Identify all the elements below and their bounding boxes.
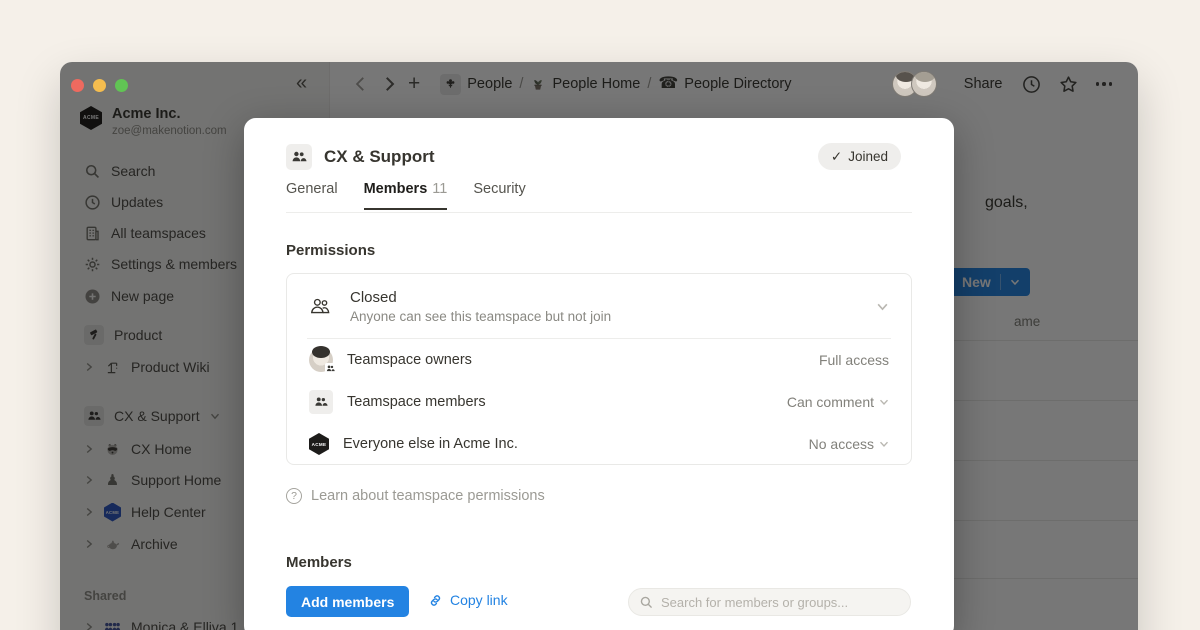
people-outline-icon xyxy=(309,295,332,318)
window-controls xyxy=(71,79,151,93)
people-icon xyxy=(286,144,312,170)
add-members-button[interactable]: Add members xyxy=(286,586,409,617)
permission-row-owners: Teamspace owners Full access xyxy=(287,339,911,381)
close-window-button[interactable] xyxy=(71,79,84,92)
permission-row-members: Teamspace members Can comment xyxy=(287,381,911,423)
member-search-input[interactable] xyxy=(661,595,900,610)
check-icon: ✓ xyxy=(831,149,842,165)
minimize-window-button[interactable] xyxy=(93,79,106,92)
permission-level-select[interactable]: Closed Anyone can see this teamspace but… xyxy=(287,274,911,338)
tab-general[interactable]: General xyxy=(286,181,338,210)
acme-logo-icon: ACME xyxy=(309,433,329,455)
permissions-heading: Permissions xyxy=(286,242,375,259)
people-icon xyxy=(325,363,336,374)
teamspace-settings-modal: CX & Support ✓ Joined General Members11 … xyxy=(244,118,954,630)
permission-level-subtitle: Anyone can see this teamspace but not jo… xyxy=(350,309,858,324)
permission-level-title: Closed xyxy=(350,289,858,306)
owner-avatar xyxy=(309,348,333,372)
member-search xyxy=(628,588,911,616)
chevron-down-icon xyxy=(879,439,889,449)
permission-row-everyone: ACME Everyone else in Acme Inc. No acces… xyxy=(287,423,911,465)
tab-members[interactable]: Members11 xyxy=(364,181,448,210)
access-dropdown-everyone[interactable]: No access xyxy=(809,436,889,452)
access-value-owners: Full access xyxy=(819,352,889,368)
modal-header: CX & Support xyxy=(286,144,435,170)
tab-security[interactable]: Security xyxy=(473,181,525,210)
members-heading: Members xyxy=(286,554,352,571)
chevron-down-icon xyxy=(876,300,889,313)
joined-button[interactable]: ✓ Joined xyxy=(818,143,901,170)
modal-title: CX & Support xyxy=(324,147,435,167)
people-icon xyxy=(309,390,333,414)
members-count: 11 xyxy=(432,181,447,197)
copy-link-button[interactable]: Copy link xyxy=(428,592,508,608)
avatar[interactable] xyxy=(911,71,937,97)
chevron-down-icon xyxy=(879,397,889,407)
learn-permissions-link[interactable]: ? Learn about teamspace permissions xyxy=(286,488,545,504)
collaborator-avatars xyxy=(892,71,937,97)
access-dropdown-members[interactable]: Can comment xyxy=(787,394,889,410)
search-icon xyxy=(639,595,654,610)
zoom-window-button[interactable] xyxy=(115,79,128,92)
modal-tabs: General Members11 Security xyxy=(286,181,526,210)
permissions-card: Closed Anyone can see this teamspace but… xyxy=(286,273,912,465)
link-icon xyxy=(428,593,443,608)
help-icon: ? xyxy=(286,488,302,504)
